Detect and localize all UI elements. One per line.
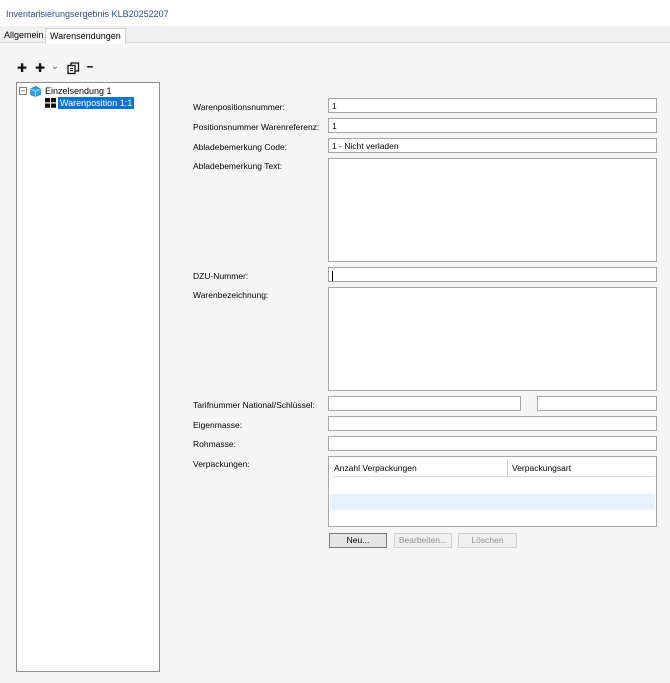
warensendungen-tree[interactable]: − Einzelsendung 1 Warenposition 1:1: [16, 82, 160, 672]
warenbezeichnung-text-area[interactable]: [328, 287, 657, 391]
cube-icon-svg: [30, 85, 41, 97]
label-tarifnummer: Tarifnummer National/Schlüssel:: [193, 400, 315, 410]
label-eigenmasse: Eigenmasse:: [193, 420, 243, 430]
copy-icon[interactable]: [66, 60, 80, 76]
plus-icon[interactable]: ✚: [34, 60, 46, 76]
minus-icon[interactable]: ━: [84, 60, 96, 76]
abladebemerkung-text-area[interactable]: [328, 158, 657, 262]
table-row: [330, 510, 655, 524]
label-dzu-nummer: DZU-Nummer:: [193, 271, 249, 281]
neu-button[interactable]: Neu...: [329, 533, 387, 548]
dzu-nummer-input[interactable]: [328, 267, 657, 282]
tab-warensendungen[interactable]: Warensendungen: [45, 28, 126, 44]
label-abladebemerkung-code: Abladebemerkung Code:: [193, 142, 288, 152]
collapse-icon[interactable]: −: [19, 87, 27, 95]
eigenmasse-input[interactable]: [328, 416, 657, 431]
verpackungen-grid[interactable]: Anzahl Verpackungen Verpackungsart: [328, 456, 657, 527]
copy-icon-svg: [66, 61, 79, 74]
label-positionsnummer-warenreferenz: Positionsnummer Warenreferenz:: [193, 122, 320, 132]
tree-label-einzelsendung: Einzelsendung 1: [45, 86, 112, 96]
grid-icon-svg: [45, 98, 56, 108]
label-warenbezeichnung: Warenbezeichnung:: [193, 290, 269, 300]
window-title: Inventarisierungsergebnis KLB20252207: [6, 9, 169, 19]
column-header-verpackungsart[interactable]: Verpackungsart: [510, 460, 654, 477]
grid-header: Anzahl Verpackungen Verpackungsart: [332, 460, 654, 477]
column-header-anzahl[interactable]: Anzahl Verpackungen: [332, 460, 508, 477]
rohmasse-input[interactable]: [328, 436, 657, 451]
table-row: [330, 478, 655, 494]
label-verpackungen: Verpackungen:: [193, 459, 250, 469]
tree-label-warenposition: Warenposition 1:1: [58, 97, 135, 109]
text-caret: [332, 270, 333, 281]
positionsnummer-warenreferenz-input[interactable]: 1: [328, 118, 657, 133]
tree-toolbar: ✚ ✚ ⌄ ━: [16, 60, 106, 76]
table-row: [330, 494, 655, 510]
tarifnummer-schluessel-input[interactable]: [537, 396, 657, 411]
label-rohmasse: Rohmasse:: [193, 439, 236, 449]
tab-strip: Allgemein Warensendungen: [0, 26, 670, 44]
tab-allgemein[interactable]: Allgemein: [0, 28, 48, 43]
grid-icon: [45, 98, 56, 108]
loeschen-button[interactable]: Löschen: [458, 533, 517, 548]
tree-node-warenposition[interactable]: Warenposition 1:1: [45, 97, 135, 109]
tree-node-einzelsendung[interactable]: − Einzelsendung 1: [19, 85, 114, 97]
cube-icon: [30, 85, 41, 97]
chevron-down-icon[interactable]: ⌄: [50, 58, 60, 74]
label-abladebemerkung-text: Abladebemerkung Text:: [193, 161, 283, 171]
title-bar: Inventarisierungsergebnis KLB20252207: [0, 0, 670, 26]
plus-icon[interactable]: ✚: [16, 60, 28, 76]
label-warenpositionsnummer: Warenpositionsnummer:: [193, 102, 285, 112]
warenpositionsnummer-input[interactable]: 1: [328, 98, 657, 113]
tarifnummer-national-input[interactable]: [328, 396, 521, 411]
bearbeiten-button[interactable]: Bearbeiten...: [394, 533, 452, 548]
abladebemerkung-code-select[interactable]: 1 - Nicht verladen: [328, 138, 657, 153]
